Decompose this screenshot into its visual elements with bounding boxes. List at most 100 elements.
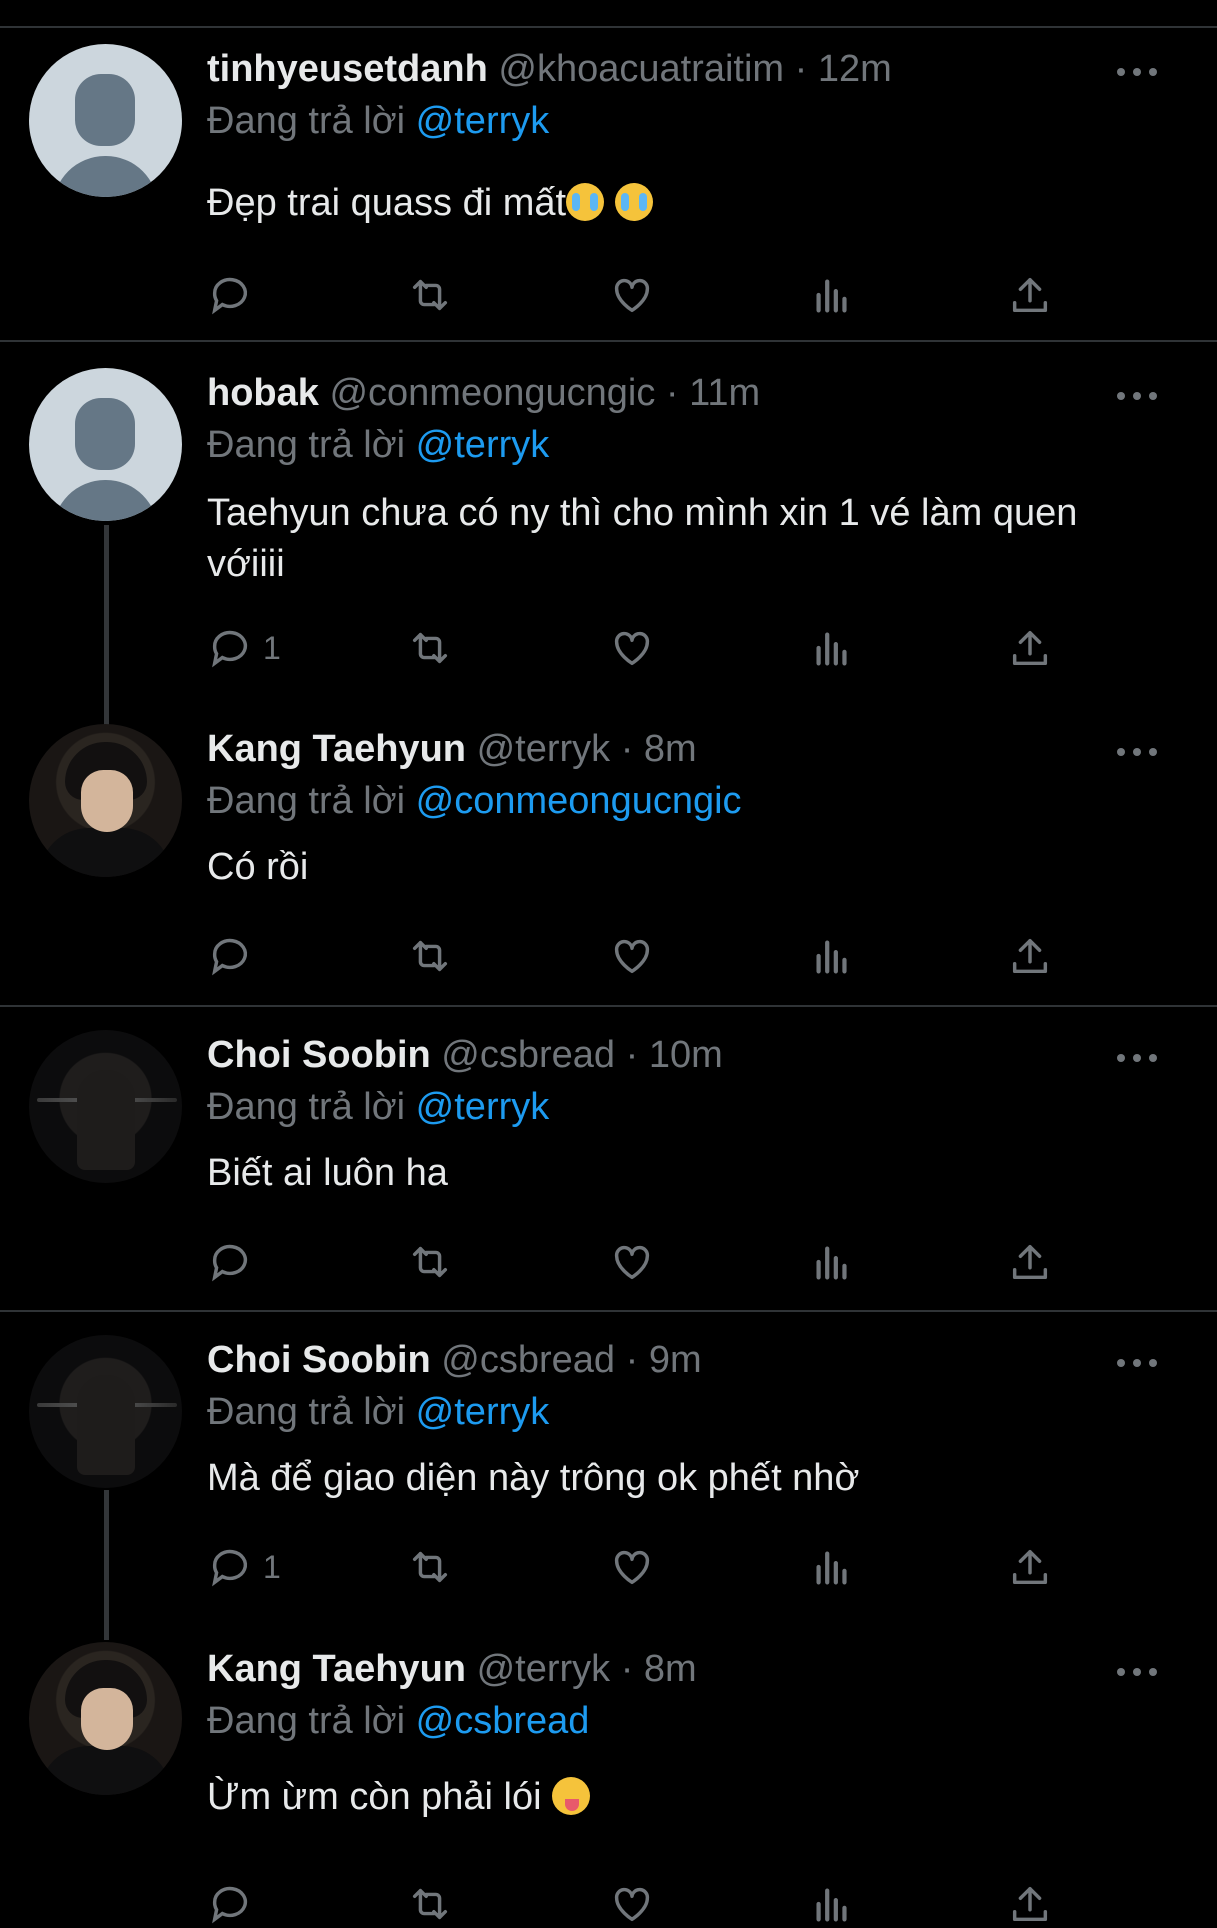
avatar[interactable] (29, 1335, 182, 1488)
handle-time: @csbread · 10m (441, 1034, 723, 1076)
share-icon (1012, 938, 1048, 974)
share-button[interactable] (1007, 624, 1053, 672)
tweet-text: Biết ai luôn ha (207, 1152, 448, 1194)
more-icon[interactable] (1117, 390, 1157, 402)
tweet[interactable]: Kang Taehyun @terryk · 8m Đang trả lời @… (0, 710, 1217, 1005)
share-button[interactable] (1007, 271, 1053, 319)
reply-handle[interactable]: @terryk (416, 1086, 550, 1128)
share-icon (1012, 1886, 1048, 1922)
share-icon (1012, 1549, 1048, 1585)
reply-icon (212, 1886, 248, 1924)
analytics-icon (816, 279, 847, 313)
tweet-text: Có rồi (207, 846, 309, 888)
share-icon (1012, 630, 1048, 666)
reply-prefix: Đang trả lời (207, 1700, 406, 1742)
tweet[interactable]: Choi Soobin @csbread · 10m Đang trả lời … (0, 1006, 1217, 1310)
tweet[interactable]: tinhyeusetdanh @khoacuatraitim · 12m Đan… (0, 0, 1217, 340)
squinting-face-with-tongue-icon (552, 1777, 591, 1815)
more-icon[interactable] (1117, 66, 1157, 78)
tweet-text: Mà để giao diện này trông ok phết nhờ (207, 1457, 860, 1499)
like-button[interactable] (609, 1238, 655, 1286)
retweet-icon (412, 940, 448, 972)
reply-icon (212, 277, 248, 315)
like-button[interactable] (609, 624, 655, 672)
display-name[interactable]: Choi Soobin (207, 1339, 431, 1381)
share-button[interactable] (1007, 932, 1053, 980)
retweet-icon (412, 632, 448, 664)
reply-button[interactable] (207, 932, 263, 980)
tweet[interactable]: Kang Taehyun @terryk · 8m Đang trả lời @… (0, 1640, 1217, 1924)
handle-time: @conmeongucngic · 11m (329, 372, 761, 414)
avatar[interactable] (29, 1030, 182, 1183)
like-button[interactable] (609, 1880, 655, 1928)
retweet-button[interactable] (407, 624, 453, 672)
views-button[interactable] (809, 932, 855, 980)
more-icon[interactable] (1117, 1666, 1157, 1678)
share-button[interactable] (1007, 1543, 1053, 1591)
loudly-crying-face-icon (566, 183, 605, 221)
share-button[interactable] (1007, 1238, 1053, 1286)
share-button[interactable] (1007, 1880, 1053, 1928)
handle-time: @csbread · 9m (441, 1339, 702, 1381)
heart-icon (614, 1887, 650, 1922)
reply-handle[interactable]: @terryk (416, 100, 550, 142)
heart-icon (614, 1550, 650, 1585)
share-icon (1012, 277, 1048, 313)
reply-handle[interactable]: @terryk (416, 1391, 550, 1433)
tweet[interactable]: hobak @conmeongucngic · 11m Đang trả lời… (0, 340, 1217, 710)
reply-icon (212, 938, 248, 976)
heart-icon (614, 278, 650, 313)
reply-icon (212, 630, 248, 668)
retweet-button[interactable] (407, 1238, 453, 1286)
retweet-button[interactable] (407, 932, 453, 980)
reply-prefix: Đang trả lời (207, 1086, 406, 1128)
retweet-button[interactable] (407, 1543, 453, 1591)
reply-prefix: Đang trả lời (207, 100, 406, 142)
reply-button[interactable]: 1 (207, 1543, 281, 1591)
retweet-icon (412, 1246, 448, 1278)
analytics-icon (816, 1888, 847, 1922)
display-name[interactable]: Choi Soobin (207, 1034, 431, 1076)
tweet[interactable]: Choi Soobin @csbread · 9m Đang trả lời @… (0, 1311, 1217, 1640)
display-name[interactable]: tinhyeusetdanh (207, 48, 488, 90)
retweet-icon (412, 279, 448, 311)
handle-time: @terryk · 8m (476, 1648, 697, 1690)
reply-icon (212, 1244, 248, 1282)
reply-button[interactable] (207, 1238, 263, 1286)
more-icon[interactable] (1117, 746, 1157, 758)
like-button[interactable] (609, 271, 655, 319)
views-button[interactable] (809, 271, 855, 319)
like-button[interactable] (609, 932, 655, 980)
reply-handle[interactable]: @terryk (416, 424, 550, 466)
views-button[interactable] (809, 1238, 855, 1286)
views-button[interactable] (809, 1880, 855, 1928)
reply-prefix: Đang trả lời (207, 1391, 406, 1433)
reply-button[interactable] (207, 1880, 263, 1928)
avatar[interactable] (29, 1642, 182, 1795)
more-icon[interactable] (1117, 1052, 1157, 1064)
avatar[interactable] (29, 724, 182, 877)
retweet-button[interactable] (407, 1880, 453, 1928)
views-button[interactable] (809, 624, 855, 672)
reply-button[interactable]: 1 (207, 624, 281, 672)
analytics-icon (816, 1551, 847, 1585)
display-name[interactable]: Kang Taehyun (207, 1648, 466, 1690)
reply-handle[interactable]: @conmeongucngic (416, 780, 742, 822)
display-name[interactable]: Kang Taehyun (207, 728, 466, 770)
avatar[interactable] (29, 368, 182, 521)
display-name[interactable]: hobak (207, 372, 319, 414)
reply-button[interactable] (207, 271, 263, 319)
heart-icon (614, 1245, 650, 1280)
retweet-button[interactable] (407, 271, 453, 319)
analytics-icon (816, 632, 847, 666)
views-button[interactable] (809, 1543, 855, 1591)
avatar[interactable] (29, 44, 182, 197)
reply-handle[interactable]: @csbread (416, 1700, 590, 1742)
more-icon[interactable] (1117, 1357, 1157, 1369)
share-icon (1012, 1244, 1048, 1280)
reply-count: 1 (263, 629, 281, 666)
reply-icon (212, 1549, 248, 1587)
reply-prefix: Đang trả lời (207, 780, 406, 822)
heart-icon (614, 631, 650, 666)
like-button[interactable] (609, 1543, 655, 1591)
